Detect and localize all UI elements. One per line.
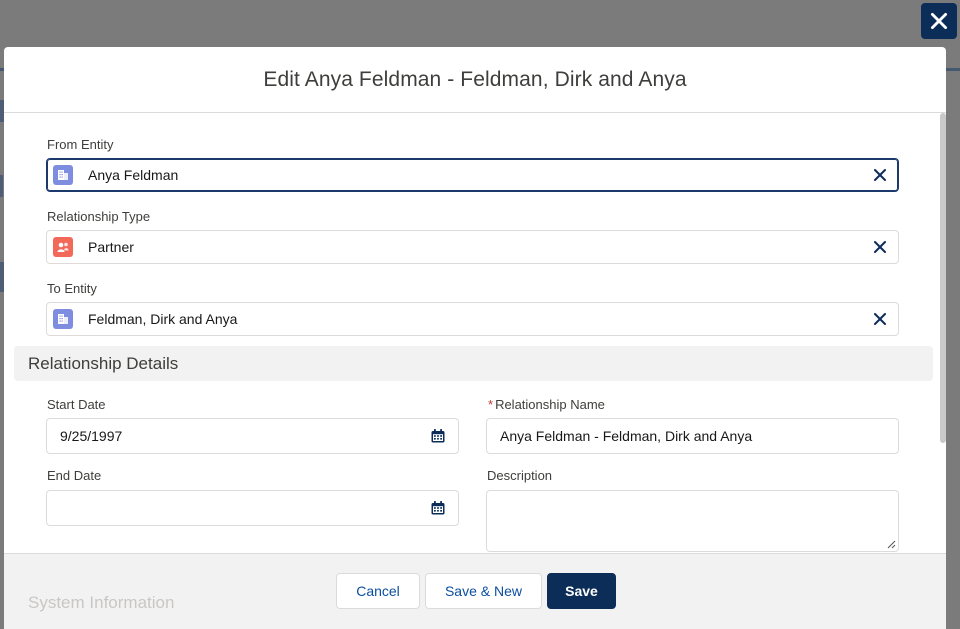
clear-relationship-type-button[interactable] <box>870 237 890 257</box>
relationship-name-value: Anya Feldman - Feldman, Dirk and Anya <box>500 428 753 444</box>
background-mark <box>0 175 3 197</box>
relationship-type-label: Relationship Type <box>47 209 151 224</box>
required-marker: * <box>488 397 494 412</box>
end-date-label: End Date <box>47 468 102 483</box>
account-icon <box>53 165 73 185</box>
modal-header: Edit Anya Feldman - Feldman, Dirk and An… <box>4 47 946 113</box>
modal-scrollbar[interactable] <box>940 113 946 443</box>
calendar-icon[interactable] <box>430 500 446 516</box>
close-modal-button[interactable] <box>921 3 957 39</box>
relationship-type-lookup[interactable]: Partner <box>46 230 899 264</box>
save-and-new-button[interactable]: Save & New <box>425 573 542 609</box>
calendar-icon[interactable] <box>430 428 446 444</box>
start-date-input[interactable]: 9/25/1997 <box>46 418 459 454</box>
to-entity-label: To Entity <box>47 281 97 296</box>
modal-footer: System Information Cancel Save & New Sav… <box>4 553 946 629</box>
to-entity-lookup[interactable]: Feldman, Dirk and Anya <box>46 302 899 336</box>
resize-grip-icon[interactable] <box>886 539 896 549</box>
close-icon <box>874 313 886 325</box>
close-icon <box>874 169 886 181</box>
start-date-value: 9/25/1997 <box>60 428 123 444</box>
close-icon <box>874 241 886 253</box>
start-date-label: Start Date <box>47 397 106 412</box>
from-entity-lookup[interactable]: Anya Feldman <box>46 158 899 192</box>
edit-relationship-modal: Edit Anya Feldman - Feldman, Dirk and An… <box>4 47 946 629</box>
clear-to-entity-button[interactable] <box>870 309 890 329</box>
modal-body: From Entity Anya Feldman Relationship Ty… <box>4 113 946 553</box>
relationship-name-label-text: Relationship Name <box>495 397 605 412</box>
save-button[interactable]: Save <box>547 573 616 609</box>
modal-title: Edit Anya Feldman - Feldman, Dirk and An… <box>263 67 687 91</box>
cancel-button[interactable]: Cancel <box>336 573 420 609</box>
section-title: Relationship Details <box>28 353 179 373</box>
relationship-name-label: * Relationship Name <box>488 397 605 412</box>
background-system-information: System Information <box>28 593 175 612</box>
contact-icon <box>53 237 73 257</box>
relationship-name-input[interactable]: Anya Feldman - Feldman, Dirk and Anya <box>486 418 899 454</box>
close-icon <box>930 12 948 30</box>
relationship-type-value: Partner <box>88 239 134 255</box>
from-entity-value: Anya Feldman <box>88 167 179 183</box>
account-icon <box>53 309 73 329</box>
end-date-input[interactable] <box>46 490 459 526</box>
description-textarea[interactable] <box>486 490 899 552</box>
from-entity-label: From Entity <box>47 137 114 152</box>
relationship-details-section[interactable]: Relationship Details <box>14 346 933 381</box>
description-label: Description <box>487 468 553 483</box>
clear-from-entity-button[interactable] <box>870 165 890 185</box>
to-entity-value: Feldman, Dirk and Anya <box>88 311 238 327</box>
